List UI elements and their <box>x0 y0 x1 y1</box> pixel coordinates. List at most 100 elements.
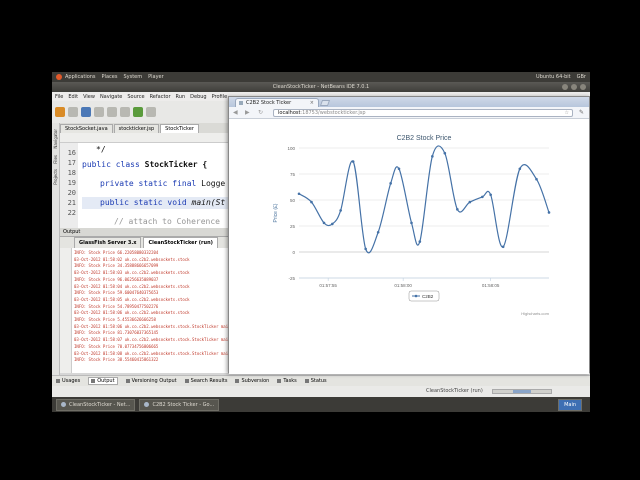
menu-refactor[interactable]: Refactor <box>150 94 171 100</box>
y-tick-label: 25 <box>290 224 296 229</box>
browser-window: C2B2 Stock Ticker × ◀ ▶ ↻ localhost:1875… <box>228 96 590 374</box>
menu-profile[interactable]: Profile <box>212 94 228 100</box>
series-point <box>501 245 505 249</box>
line-number: 21 <box>67 199 76 207</box>
panel-menu-applications[interactable]: Applications <box>65 74 96 80</box>
y-tick-label: 75 <box>290 172 296 177</box>
y-tick-label: 50 <box>290 198 296 203</box>
output-log: INFO: Stock Price 66.22058080332204 03-Oc… <box>74 250 232 364</box>
tab-versioning-output[interactable]: Versioning Output <box>125 378 177 384</box>
line-number: 20 <box>67 189 76 197</box>
output-tab-run[interactable]: CleanStockTicker (run) <box>143 237 218 248</box>
forward-icon[interactable]: ▶ <box>245 109 250 116</box>
wrench-menu-icon[interactable]: ✎ <box>579 109 584 116</box>
series-point <box>418 240 422 243</box>
output-tabs: GlassFish Server 3.x CleanStockTicker (r… <box>60 237 232 248</box>
line-number: 19 <box>67 179 76 187</box>
x-tick-label: 01:58:00 <box>394 283 412 288</box>
panel-menu-system[interactable]: System <box>123 74 142 80</box>
open-project-icon[interactable] <box>81 107 91 117</box>
file-tab-stockticker[interactable]: StockTicker <box>160 124 199 133</box>
undo-icon[interactable] <box>107 107 117 117</box>
side-tab-files[interactable]: Files <box>53 155 58 164</box>
output-log-line: INFO: Stock Price 66.22058080332204 <box>74 250 159 255</box>
netbeans-window-title: CleanStockTicker - NetBeans IDE 7.0.1 <box>272 84 370 90</box>
code-line: public class StockTicker { <box>82 160 208 169</box>
series-point <box>443 151 447 155</box>
save-all-icon[interactable] <box>94 107 104 117</box>
panel-keyboard-layout[interactable]: GBr <box>577 74 586 80</box>
line-number: 22 <box>67 209 76 217</box>
series-line-c2b2 <box>298 145 550 254</box>
code-line-current: public static void main(St <box>82 197 232 209</box>
output-panel: Output GlassFish Server 3.x CleanStockTi… <box>60 228 232 373</box>
redo-icon[interactable] <box>120 107 130 117</box>
new-tab-button[interactable] <box>319 100 331 106</box>
side-tab-navigator[interactable]: Navigator <box>53 129 58 149</box>
series-point <box>331 222 334 226</box>
tab-status[interactable]: Status <box>304 378 327 384</box>
series-point <box>351 160 355 163</box>
tab-tasks[interactable]: Tasks <box>277 378 297 384</box>
new-project-icon[interactable] <box>68 107 78 117</box>
menu-source[interactable]: Source <box>127 94 144 100</box>
taskbar-item-netbeans[interactable]: CleanStockTicker - Net... <box>56 398 136 411</box>
minimize-button[interactable] <box>562 84 568 90</box>
series-point <box>456 208 459 211</box>
panel-player-launcher[interactable]: Player <box>148 74 164 80</box>
menu-run[interactable]: Run <box>176 94 186 100</box>
file-tab-stockticker-jsp[interactable]: stockticker.jsp <box>113 124 160 133</box>
menu-view[interactable]: View <box>83 94 95 100</box>
debug-icon[interactable] <box>146 107 156 117</box>
code-editor[interactable]: 16 17 18 19 20 21 22 */ public class Sto… <box>60 143 232 228</box>
x-tick-label: 01:57:55 <box>319 283 337 288</box>
output-title: Output <box>60 228 232 237</box>
legend-label: C2B2 <box>422 294 434 299</box>
line-number: 18 <box>67 169 76 177</box>
versioning-icon <box>125 378 130 383</box>
tab-usages[interactable]: Usages <box>56 378 80 384</box>
tab-close-icon[interactable]: × <box>310 99 314 107</box>
line-number: 17 <box>67 159 76 167</box>
series-point <box>535 177 538 181</box>
chart-credit: Highcharts.com <box>521 311 549 316</box>
panel-menu-places[interactable]: Places <box>102 74 118 80</box>
output-icon <box>91 378 96 383</box>
maximize-button[interactable] <box>571 84 577 90</box>
tab-subversion[interactable]: Subversion <box>235 378 269 384</box>
output-log-line: INFO: Stock Price 38.55460415861322 <box>74 357 159 363</box>
side-tab-projects[interactable]: Projects <box>53 169 58 185</box>
series-point <box>468 200 472 204</box>
y-axis-label: Price (£) <box>273 203 279 222</box>
output-log-line: INFO: Stock Price 81.73076037365145 <box>74 330 159 336</box>
taskbar-main-button[interactable]: Main <box>558 398 582 411</box>
taskbar-item-browser[interactable]: C2B2 Stock Ticker - Go... <box>139 398 220 411</box>
address-bar[interactable]: localhost:18753/webstockticker.jsp ☆ <box>273 109 573 117</box>
output-log-line: INFO: Stock Price 5.45536626666258 <box>74 317 156 323</box>
menu-debug[interactable]: Debug <box>190 94 206 100</box>
menu-navigate[interactable]: Navigate <box>100 94 122 100</box>
browser-tab[interactable]: C2B2 Stock Ticker × <box>235 98 319 107</box>
output-log-line: 03-Oct-2012 01:58:04 uk.co.c2b2.websocke… <box>74 283 190 289</box>
line-number: 16 <box>67 149 76 157</box>
back-icon[interactable]: ◀ <box>233 109 238 116</box>
reload-icon[interactable]: ↻ <box>258 109 263 116</box>
run-icon[interactable] <box>133 107 143 117</box>
series-point <box>518 167 522 171</box>
x-tick-label: 01:58:05 <box>482 283 500 288</box>
tab-search-results[interactable]: Search Results <box>184 378 227 384</box>
menu-file[interactable]: File <box>55 94 63 100</box>
series-point <box>376 230 380 234</box>
line-number-gutter: 16 17 18 19 20 21 22 <box>60 143 78 228</box>
output-side-toolbar <box>60 248 72 373</box>
file-tab-stocksocket[interactable]: StockSocket.java <box>60 124 113 133</box>
series-point <box>364 247 367 251</box>
status-running-project[interactable]: CleanStockTicker (run) <box>426 388 483 394</box>
new-file-icon[interactable] <box>55 107 65 117</box>
output-tab-glassfish[interactable]: GlassFish Server 3.x <box>74 237 142 248</box>
menu-edit[interactable]: Edit <box>68 94 78 100</box>
tab-output[interactable]: Output <box>88 377 118 385</box>
code-line: */ <box>96 145 106 154</box>
bookmark-star-icon[interactable]: ☆ <box>565 110 569 117</box>
close-button[interactable] <box>580 84 586 90</box>
